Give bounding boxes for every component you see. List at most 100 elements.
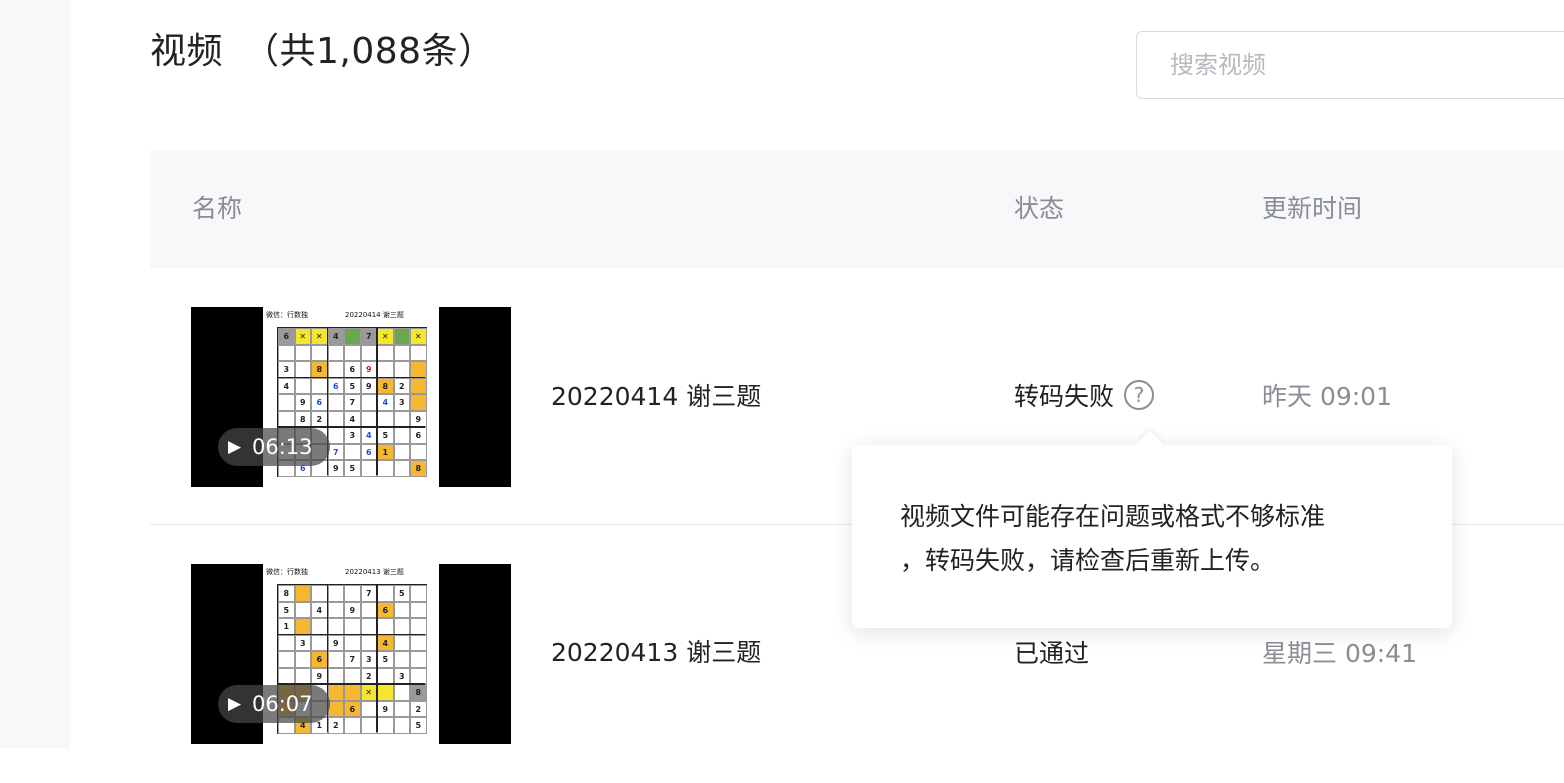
sudoku-cell: 6: [311, 651, 328, 668]
sudoku-cell: [278, 344, 295, 361]
sudoku-cell: [311, 344, 328, 361]
sudoku-cell: [377, 667, 394, 684]
sudoku-cell: [360, 460, 377, 477]
sudoku-cell: [327, 394, 344, 411]
sudoku-cell: 6: [278, 328, 295, 345]
sudoku-cell: [344, 667, 361, 684]
sudoku-cell: 9: [344, 601, 361, 618]
sudoku-cell: [294, 361, 311, 378]
sudoku-cell: ✕: [360, 684, 377, 701]
sudoku-cell: [294, 618, 311, 635]
sudoku-cell: [344, 618, 361, 635]
sudoku-cell: [410, 667, 427, 684]
question-circle-icon[interactable]: ?: [1124, 380, 1155, 410]
sudoku-cell: 5: [344, 460, 361, 477]
sudoku-cell: 9: [360, 361, 377, 378]
sudoku-cell: [278, 634, 295, 651]
sudoku-cell: [360, 634, 377, 651]
video-thumbnail[interactable]: 微信：行数独 20220413 谢三题 8 7 5 5 4 9 6 1 3 9 4 6 7 3 5 9 2 3 ✕ 8…: [191, 564, 511, 744]
sudoku-cell: 3: [278, 361, 295, 378]
sudoku-cell: [360, 410, 377, 427]
sudoku-cell: 4: [311, 601, 328, 618]
sudoku-cell: [410, 585, 427, 602]
sudoku-cell: 4: [327, 328, 344, 345]
sudoku-cell: ✕: [377, 328, 394, 345]
sudoku-cell: [377, 344, 394, 361]
sudoku-cell: [294, 377, 311, 394]
status-text: 已通过: [1014, 639, 1090, 668]
video-thumbnail[interactable]: 微信：行数独 20220414 谢三题 6 ✕ ✕ 4 7 ✕ ✕ 3 8 6 9 4 6 5 9 8 2 9 6 7…: [191, 307, 511, 487]
sudoku-cell: [393, 328, 410, 345]
column-header-status[interactable]: 状态: [1014, 150, 1064, 268]
sudoku-cell: [393, 361, 410, 378]
sudoku-cell: 3: [393, 667, 410, 684]
sudoku-cell: [410, 443, 427, 460]
sudoku-cell: [393, 344, 410, 361]
sudoku-cell: 2: [327, 717, 344, 734]
sudoku-cell: 7: [360, 328, 377, 345]
video-title[interactable]: 20220414 谢三题: [551, 268, 761, 526]
sudoku-box-line: [278, 633, 425, 636]
sudoku-cell: 8: [410, 684, 427, 701]
sudoku-cell: [294, 585, 311, 602]
sudoku-cell: [393, 618, 410, 635]
sudoku-cell: [377, 585, 394, 602]
column-header-name[interactable]: 名称: [192, 150, 242, 268]
sudoku-cell: [278, 651, 295, 668]
search-box[interactable]: [1136, 31, 1564, 99]
sudoku-cell: [344, 344, 361, 361]
sudoku-cell: [360, 717, 377, 734]
page-title: 视频 （共1,088条）: [150, 22, 495, 74]
sudoku-cell: [327, 361, 344, 378]
sudoku-cell: [278, 667, 295, 684]
sudoku-cell: 6: [344, 361, 361, 378]
sudoku-cell: ✕: [410, 328, 427, 345]
sudoku-cell: [360, 618, 377, 635]
sudoku-cell: [377, 361, 394, 378]
sudoku-cell: 9: [327, 460, 344, 477]
sudoku-cell: [311, 634, 328, 651]
sudoku-cell: 7: [360, 585, 377, 602]
sudoku-cell: 5: [410, 717, 427, 734]
sudoku-cell: 6: [311, 394, 328, 411]
sudoku-cell: 3: [294, 634, 311, 651]
sudoku-cell: [327, 667, 344, 684]
video-count: （共1,088条）: [243, 31, 495, 72]
sudoku-cell: [410, 601, 427, 618]
sudoku-cell: 6: [360, 443, 377, 460]
sudoku-cell: 2: [360, 667, 377, 684]
video-title[interactable]: 20220413 谢三题: [551, 525, 761, 781]
sudoku-cell: 1: [278, 618, 295, 635]
play-icon: ▶: [228, 694, 242, 714]
tooltip-line-1: 视频文件可能存在问题或格式不够标准: [900, 502, 1326, 531]
left-sidebar: [0, 0, 70, 748]
sudoku-cell: [344, 717, 361, 734]
sudoku-cell: [327, 344, 344, 361]
thumbnail-source-label: 微信：行数独: [266, 568, 308, 576]
sudoku-cell: [377, 684, 394, 701]
sudoku-cell: [410, 651, 427, 668]
sudoku-cell: 6: [410, 427, 427, 444]
sudoku-cell: 4: [360, 427, 377, 444]
sudoku-cell: [393, 684, 410, 701]
sudoku-cell: [327, 410, 344, 427]
sudoku-cell: [393, 634, 410, 651]
sudoku-cell: [344, 443, 361, 460]
sudoku-box-line: [278, 376, 425, 379]
sudoku-cell: [377, 618, 394, 635]
duration-text: 06:07: [252, 692, 313, 716]
table-header: 名称 状态 更新时间: [150, 150, 1564, 268]
duration-text: 06:13: [252, 435, 313, 459]
sudoku-cell: [360, 394, 377, 411]
sudoku-box-line: [376, 328, 378, 475]
duration-badge: ▶ 06:07: [218, 685, 330, 723]
sudoku-cell: [410, 344, 427, 361]
sudoku-cell: 2: [393, 377, 410, 394]
sudoku-cell: [294, 601, 311, 618]
thumbnail-date-label: 20220414 谢三题: [345, 311, 404, 319]
sudoku-cell: [311, 618, 328, 635]
column-header-updated[interactable]: 更新时间: [1262, 150, 1362, 268]
search-input[interactable]: [1137, 32, 1564, 98]
sudoku-cell: [410, 394, 427, 411]
sudoku-cell: [377, 717, 394, 734]
